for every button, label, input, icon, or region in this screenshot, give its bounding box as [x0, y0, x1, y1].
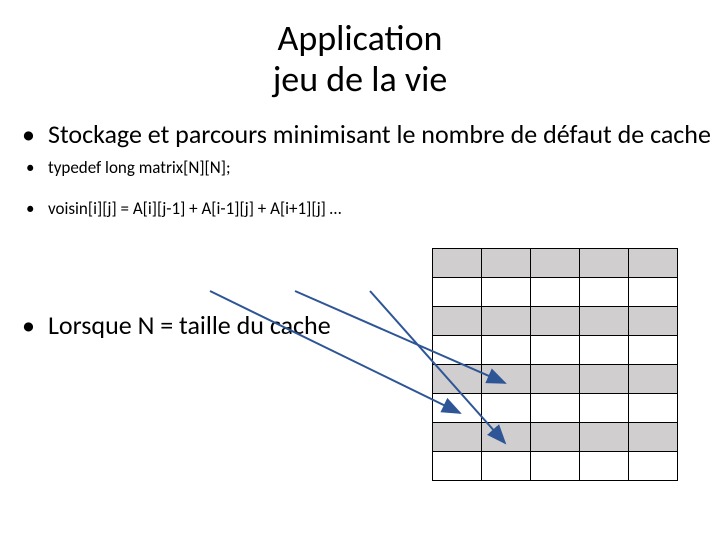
title-line-2: jeu de la vie	[273, 57, 448, 101]
slide-title: Application jeu de la vie	[0, 18, 720, 101]
bullet-voisin-formula: voisin[i][j] = A[i][j-1] + A[i-1][j] + A…	[0, 198, 720, 219]
bullet-cache-storage: Stockage et parcours minimisant le nombr…	[0, 119, 720, 151]
title-line-1: Application	[278, 16, 443, 60]
bullet-typedef: typedef long matrix[N][N];	[0, 157, 720, 178]
matrix-grid	[432, 248, 678, 481]
matrix-table	[432, 248, 678, 481]
